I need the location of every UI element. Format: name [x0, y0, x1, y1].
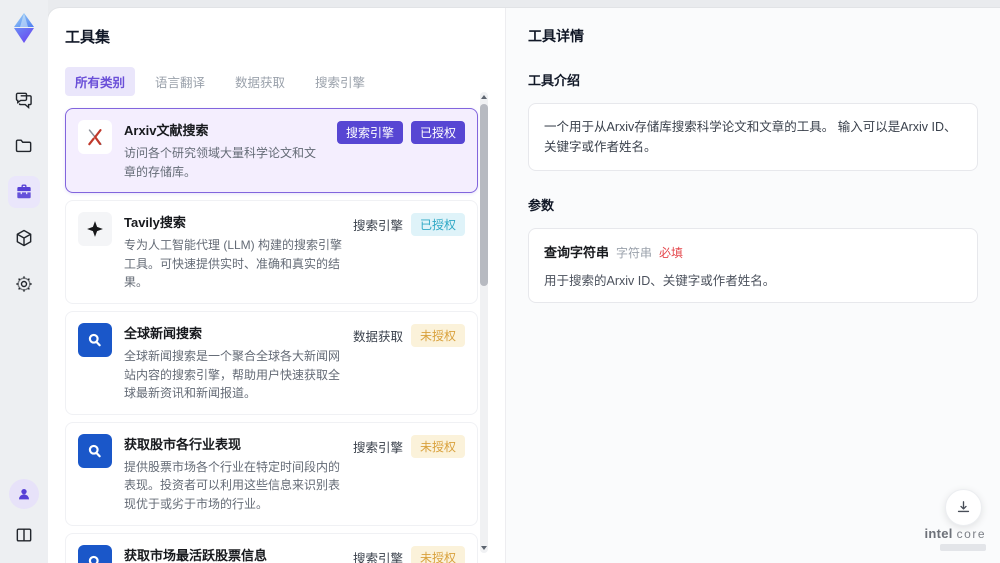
- param-name: 查询字符串: [544, 245, 610, 260]
- user-avatar-icon[interactable]: [9, 479, 39, 509]
- tool-detail-pane: 工具详情 工具介绍 一个用于从Arxiv存储库搜索科学论文和文章的工具。 输入可…: [505, 8, 1000, 563]
- tool-title: 获取市场最活跃股票信息: [124, 547, 268, 563]
- arxiv-logo-icon: [78, 120, 112, 154]
- tool-title: Arxiv文献搜索: [124, 123, 209, 138]
- cube-icon[interactable]: [8, 222, 40, 254]
- category-label: 搜索引擎: [352, 219, 403, 234]
- tool-title: 获取股市各行业表现: [124, 436, 242, 452]
- scrollbar-thumb[interactable]: [480, 104, 488, 286]
- category-label: 搜索引擎: [352, 440, 403, 455]
- detail-title: 工具详情: [528, 28, 584, 44]
- tab-all-categories[interactable]: 所有类别: [65, 67, 136, 96]
- category-label: 搜索引擎: [352, 551, 403, 563]
- tool-tags: 搜索引擎 未授权: [352, 545, 465, 563]
- param-type: 字符串: [616, 246, 653, 260]
- settings-gear-icon[interactable]: [8, 268, 40, 300]
- brand-intel: intel: [924, 526, 953, 541]
- sparkle-star-icon: [78, 212, 112, 247]
- main-card: 工具集 所有类别 语言翻译 数据获取 搜索引擎 Arxiv文献搜索 访问各个研究…: [48, 8, 1000, 563]
- category-label: 数据获取: [352, 329, 403, 344]
- intel-core-logo: intel core: [924, 526, 986, 551]
- tool-desc: 全球新闻搜索是一个聚合全球各大新闻网站内容的搜索引擎，帮助用户快速获取全球最新资…: [124, 348, 341, 401]
- download-icon: [957, 501, 970, 513]
- tool-tags: 搜索引擎 已授权: [352, 213, 465, 237]
- tab-data-fetch[interactable]: 数据获取: [225, 67, 295, 96]
- param-required-flag: 必填: [659, 246, 684, 260]
- tab-language-translation[interactable]: 语言翻译: [145, 67, 215, 96]
- blue-search-app-icon: [78, 544, 112, 563]
- download-button[interactable]: [945, 489, 982, 526]
- tool-tags: 数据获取 未授权: [352, 323, 465, 347]
- tool-item-global-news[interactable]: 全球新闻搜索 全球新闻搜索是一个聚合全球各大新闻网站内容的搜索引擎，帮助用户快速…: [65, 310, 478, 415]
- tab-search-engine[interactable]: 搜索引擎: [305, 67, 375, 96]
- left-rail: [0, 0, 48, 563]
- tool-tags: 搜索引擎 已授权: [336, 121, 465, 144]
- blue-search-app-icon: [78, 322, 112, 357]
- tool-item-tavily[interactable]: Tavily搜索 专为人工智能代理 (LLM) 构建的搜索引擎工具。可快速提供实…: [65, 200, 478, 304]
- params-heading: 参数: [528, 198, 555, 213]
- app-logo: [7, 8, 41, 48]
- brand-core: core: [956, 527, 986, 541]
- scroll-up-arrow-icon[interactable]: [481, 95, 487, 99]
- tool-item-sector-performance[interactable]: 获取股市各行业表现 提供股票市场各个行业在特定时间段内的表现。投资者可以利用这些…: [65, 421, 478, 526]
- param-head: 查询字符串 字符串 必填: [544, 242, 962, 261]
- rail-bottom: [8, 479, 40, 563]
- intro-text-box: 一个用于从Arxiv存储库搜索科学论文和文章的工具。 输入可以是Arxiv ID…: [528, 103, 978, 171]
- folder-icon[interactable]: [8, 130, 40, 162]
- tool-desc: 访问各个研究领域大量科学论文和文章的存储库。: [124, 146, 317, 179]
- tool-body: Tavily搜索 专为人工智能代理 (LLM) 构建的搜索引擎工具。可快速提供实…: [124, 212, 343, 292]
- tool-item-active-stocks[interactable]: 获取市场最活跃股票信息 提供当天交易量最高的股票列表，投资者可以利用这些信息来识…: [65, 532, 478, 563]
- gem-logo-icon: [14, 13, 34, 43]
- list-scrollbar: [480, 92, 488, 553]
- category-tabs: 所有类别 语言翻译 数据获取 搜索引擎: [65, 67, 505, 96]
- status-badge: 已授权: [410, 121, 465, 144]
- status-badge: 已授权: [410, 213, 465, 237]
- tool-desc: 提供股票市场各个行业在特定时间段内的表现。投资者可以利用这些信息来识别表现优于或…: [124, 459, 341, 511]
- tool-body: 全球新闻搜索 全球新闻搜索是一个聚合全球各大新闻网站内容的搜索引擎，帮助用户快速…: [124, 323, 343, 403]
- brand-sub-mark: [940, 544, 986, 551]
- category-badge: 搜索引擎: [336, 121, 403, 144]
- intro-heading: 工具介绍: [528, 73, 581, 88]
- tool-desc: 专为人工智能代理 (LLM) 构建的搜索引擎工具。可快速提供实时、准确和真实的结…: [124, 238, 343, 290]
- status-badge: 未授权: [410, 434, 465, 458]
- tool-body: 获取市场最活跃股票信息 提供当天交易量最高的股票列表，投资者可以利用这些信息来识…: [124, 545, 343, 563]
- chat-icon[interactable]: [8, 84, 40, 116]
- tool-tags: 搜索引擎 未授权: [352, 434, 465, 458]
- toolbox-icon[interactable]: [8, 176, 40, 208]
- param-box: 查询字符串 字符串 必填 用于搜索的Arxiv ID、关键字或作者姓名。: [528, 228, 978, 303]
- rail-nav: [8, 84, 40, 300]
- blue-search-app-icon: [78, 433, 112, 468]
- status-badge: 未授权: [410, 545, 465, 563]
- tool-body: 获取股市各行业表现 提供股票市场各个行业在特定时间段内的表现。投资者可以利用这些…: [124, 434, 343, 514]
- tool-title: 全球新闻搜索: [124, 325, 203, 341]
- tool-title: Tavily搜索: [124, 215, 186, 231]
- tool-list-pane: 工具集 所有类别 语言翻译 数据获取 搜索引擎 Arxiv文献搜索 访问各个研究…: [48, 8, 505, 563]
- tool-item-arxiv[interactable]: Arxiv文献搜索 访问各个研究领域大量科学论文和文章的存储库。 搜索引擎 已授…: [65, 108, 478, 194]
- status-badge: 未授权: [410, 323, 465, 347]
- tool-body: Arxiv文献搜索 访问各个研究领域大量科学论文和文章的存储库。: [124, 120, 327, 181]
- page-title: 工具集: [65, 29, 111, 46]
- app-root: 工具集 所有类别 语言翻译 数据获取 搜索引擎 Arxiv文献搜索 访问各个研究…: [0, 0, 1000, 563]
- layout-panels-icon[interactable]: [8, 519, 40, 551]
- tool-list: Arxiv文献搜索 访问各个研究领域大量科学论文和文章的存储库。 搜索引擎 已授…: [65, 108, 478, 563]
- param-desc: 用于搜索的Arxiv ID、关键字或作者姓名。: [544, 274, 776, 288]
- scroll-down-arrow-icon[interactable]: [481, 546, 487, 550]
